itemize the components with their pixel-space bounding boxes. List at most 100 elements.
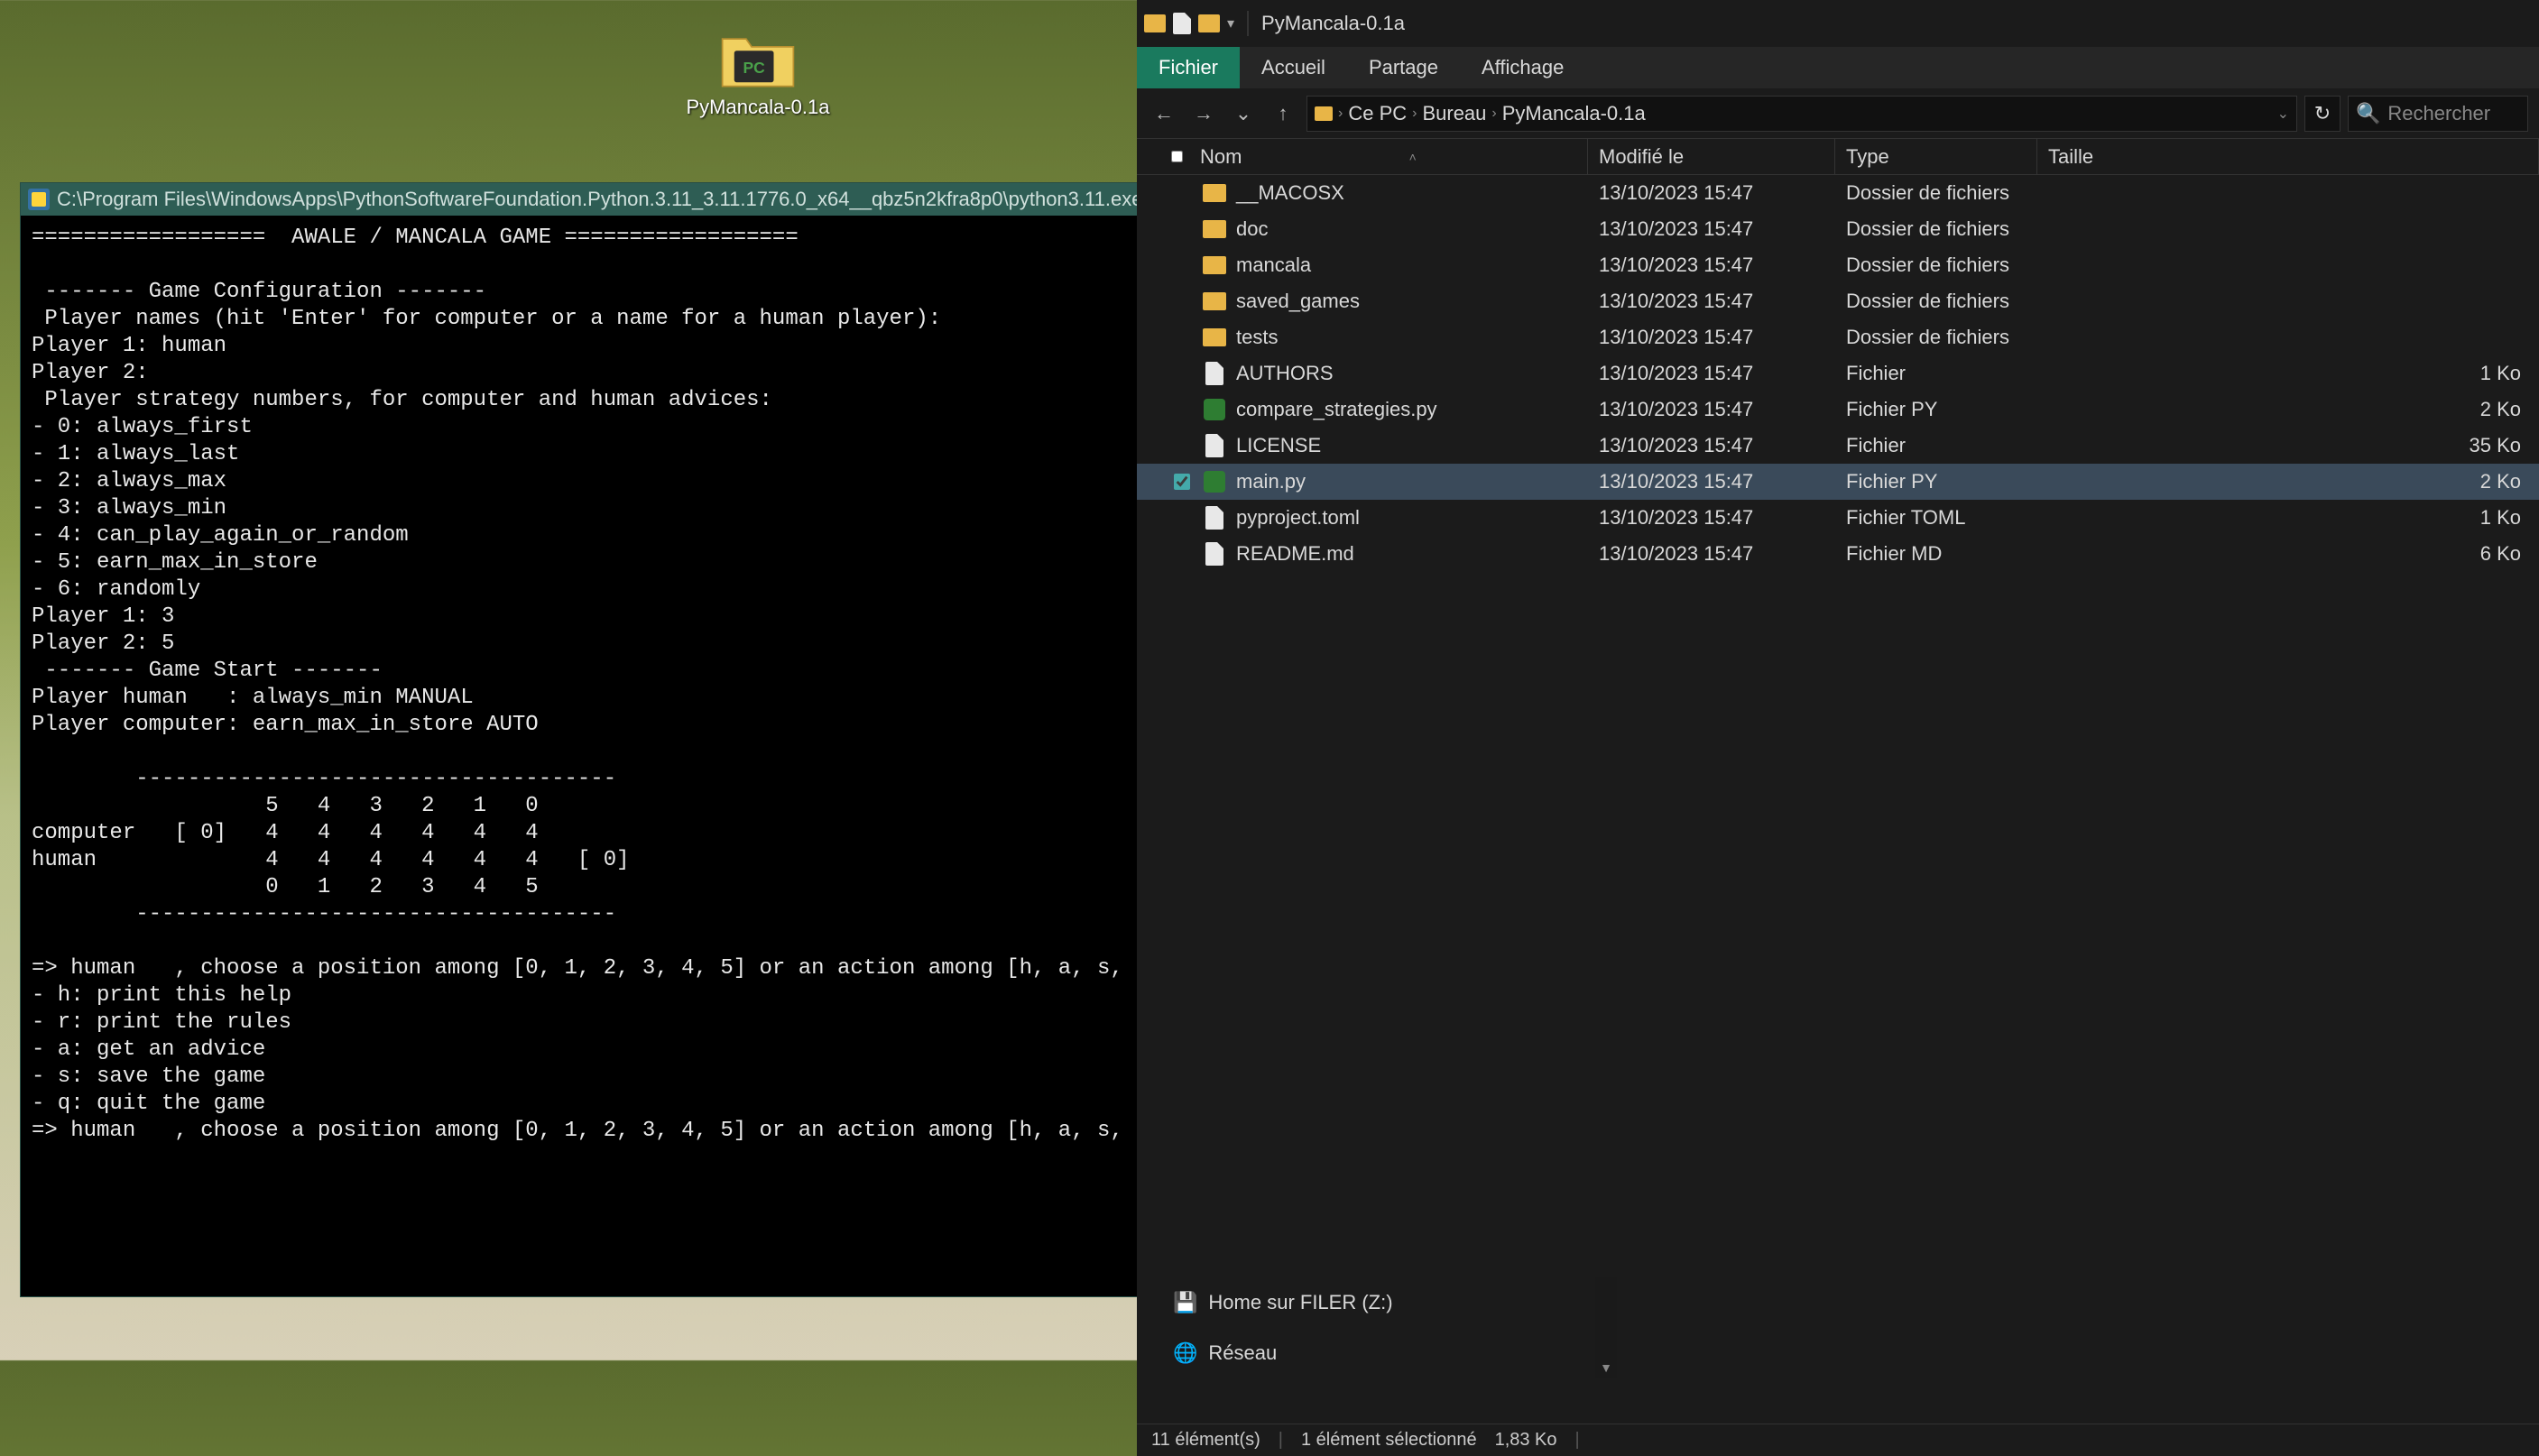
tree-scrollbar[interactable]: ▼ [1595,1277,1617,1378]
window-title: PyMancala-0.1a [1261,12,1405,35]
file-name: README.md [1236,542,1354,566]
file-icon [1202,505,1227,530]
file-modified: 13/10/2023 15:47 [1588,434,1835,457]
file-modified: 13/10/2023 15:47 [1588,217,1835,241]
file-row[interactable]: doc 13/10/2023 15:47Dossier de fichiers [1137,211,2539,247]
file-row[interactable]: README.md13/10/2023 15:47Fichier MD6 Ko [1137,536,2539,572]
tab-accueil[interactable]: Accueil [1240,47,1347,88]
file-size: 1 Ko [2037,362,2539,385]
file-icon [1202,541,1227,567]
python-icon [28,189,50,210]
chevron-down-icon[interactable]: ▾ [1227,14,1234,32]
folder-icon: PC [717,27,799,90]
breadcrumb-current[interactable]: PyMancala-0.1a [1502,102,1646,125]
file-modified: 13/10/2023 15:47 [1588,470,1835,493]
py-icon [1202,397,1227,422]
select-all-checkbox[interactable] [1171,151,1183,162]
folder-icon [1202,217,1227,242]
file-row[interactable]: tests 13/10/2023 15:47Dossier de fichiers [1137,319,2539,355]
folder-icon [1202,289,1227,314]
back-button[interactable]: ← [1148,97,1180,130]
tree-item-network[interactable]: 🌐 Réseau [1137,1328,1617,1378]
chevron-right-icon: › [1338,106,1343,122]
explorer-titlebar[interactable]: ▾ PyMancala-0.1a [1137,0,2539,47]
file-name: LICENSE [1236,434,1321,457]
file-size: 35 Ko [2037,434,2539,457]
file-name: pyproject.toml [1236,506,1360,530]
ribbon-tabs: Fichier Accueil Partage Affichage [1137,47,2539,88]
file-listing: Nom ˄ Modifié le Type Taille __MACOSX 13/… [1137,139,2539,1424]
tab-affichage[interactable]: Affichage [1460,47,1585,88]
column-name[interactable]: Nom ˄ [1137,139,1588,174]
file-size: 2 Ko [2037,398,2539,421]
column-size[interactable]: Taille [2037,139,2539,174]
desktop-folder-shortcut[interactable]: PC PyMancala-0.1a [686,27,830,119]
tab-partage[interactable]: Partage [1347,47,1460,88]
file-name: main.py [1236,470,1306,493]
file-type: Dossier de fichiers [1835,326,2037,349]
file-icon [1202,433,1227,458]
column-type[interactable]: Type [1835,139,2037,174]
file-row[interactable]: mancala13/10/2023 15:47Dossier de fichie… [1137,247,2539,283]
status-selected-size: 1,83 Ko [1495,1430,1557,1451]
file-modified: 13/10/2023 15:47 [1588,362,1835,385]
file-type: Dossier de fichiers [1835,181,2037,205]
up-button[interactable]: ↑ [1267,97,1299,130]
address-bar: ← → ⌄ ↑ › Ce PC › Bureau › PyMancala-0.1… [1137,88,2539,139]
status-item-count: 11 élément(s) [1151,1430,1260,1451]
py-icon [1202,469,1227,494]
file-rows: __MACOSX13/10/2023 15:47Dossier de fichi… [1137,175,2539,1424]
file-row[interactable]: __MACOSX 13/10/2023 15:47Dossier de fichi… [1137,175,2539,211]
file-type: Fichier PY [1835,470,2037,493]
forward-button[interactable]: → [1187,97,1220,130]
file-name: compare_strategies.py [1236,398,1437,421]
folder-icon [1198,14,1220,32]
file-type: Fichier [1835,362,2037,385]
file-size: 1 Ko [2037,506,2539,530]
file-modified: 13/10/2023 15:47 [1588,253,1835,277]
chevron-down-icon[interactable]: ⌄ [2277,105,2289,123]
file-row[interactable]: LICENSE13/10/2023 15:47Fichier35 Ko [1137,428,2539,464]
file-type: Fichier TOML [1835,506,2037,530]
search-box[interactable]: 🔍 Rechercher [2348,96,2528,132]
file-icon [1173,13,1191,34]
file-row[interactable]: main.py13/10/2023 15:47Fichier PY2 Ko [1137,464,2539,500]
file-name: __MACOSX [1236,181,1344,205]
folder-icon [1202,325,1227,350]
file-type: Fichier PY [1835,398,2037,421]
file-explorer-window: ▾ PyMancala-0.1a Fichier Accueil Partage… [1137,0,2539,1456]
file-type: Dossier de fichiers [1835,217,2037,241]
breadcrumb-path[interactable]: › Ce PC › Bureau › PyMancala-0.1a ⌄ [1306,96,2297,132]
file-modified: 13/10/2023 15:47 [1588,181,1835,205]
folder-icon [1202,253,1227,278]
file-row[interactable]: compare_strategies.py13/10/2023 15:47Fic… [1137,392,2539,428]
tab-fichier[interactable]: Fichier [1137,47,1240,88]
folder-icon [1144,14,1166,32]
breadcrumb-ce-pc[interactable]: Ce PC [1348,102,1407,125]
file-size: 6 Ko [2037,542,2539,566]
row-checkbox[interactable] [1174,474,1190,490]
file-name: mancala [1236,253,1311,277]
column-modified[interactable]: Modifié le [1588,139,1835,174]
tree-item-drive[interactable]: 💾 Home sur FILER (Z:) [1137,1277,1617,1328]
tree-item-label: Réseau [1208,1341,1277,1365]
refresh-button[interactable]: ↻ [2304,96,2340,132]
recent-dropdown[interactable]: ⌄ [1227,97,1260,130]
drive-icon: 💾 [1173,1291,1197,1314]
file-modified: 13/10/2023 15:47 [1588,290,1835,313]
file-modified: 13/10/2023 15:47 [1588,506,1835,530]
breadcrumb-bureau[interactable]: Bureau [1422,102,1486,125]
file-row[interactable]: pyproject.toml 13/10/2023 15:47Fichier TO… [1137,500,2539,536]
folder-icon [1202,180,1227,206]
file-type: Dossier de fichiers [1835,290,2037,313]
file-name: doc [1236,217,1268,241]
tree-item-label: Home sur FILER (Z:) [1208,1291,1392,1314]
search-icon: 🔍 [2356,102,2380,125]
file-name: saved_games [1236,290,1360,313]
file-row[interactable]: saved_games 13/10/2023 15:47Dossier de fi… [1137,283,2539,319]
file-name: tests [1236,326,1278,349]
file-row[interactable]: AUTHORS13/10/2023 15:47Fichier1 Ko [1137,355,2539,392]
file-modified: 13/10/2023 15:47 [1588,542,1835,566]
sort-indicator-icon: ˄ [1249,150,1576,164]
file-modified: 13/10/2023 15:47 [1588,326,1835,349]
